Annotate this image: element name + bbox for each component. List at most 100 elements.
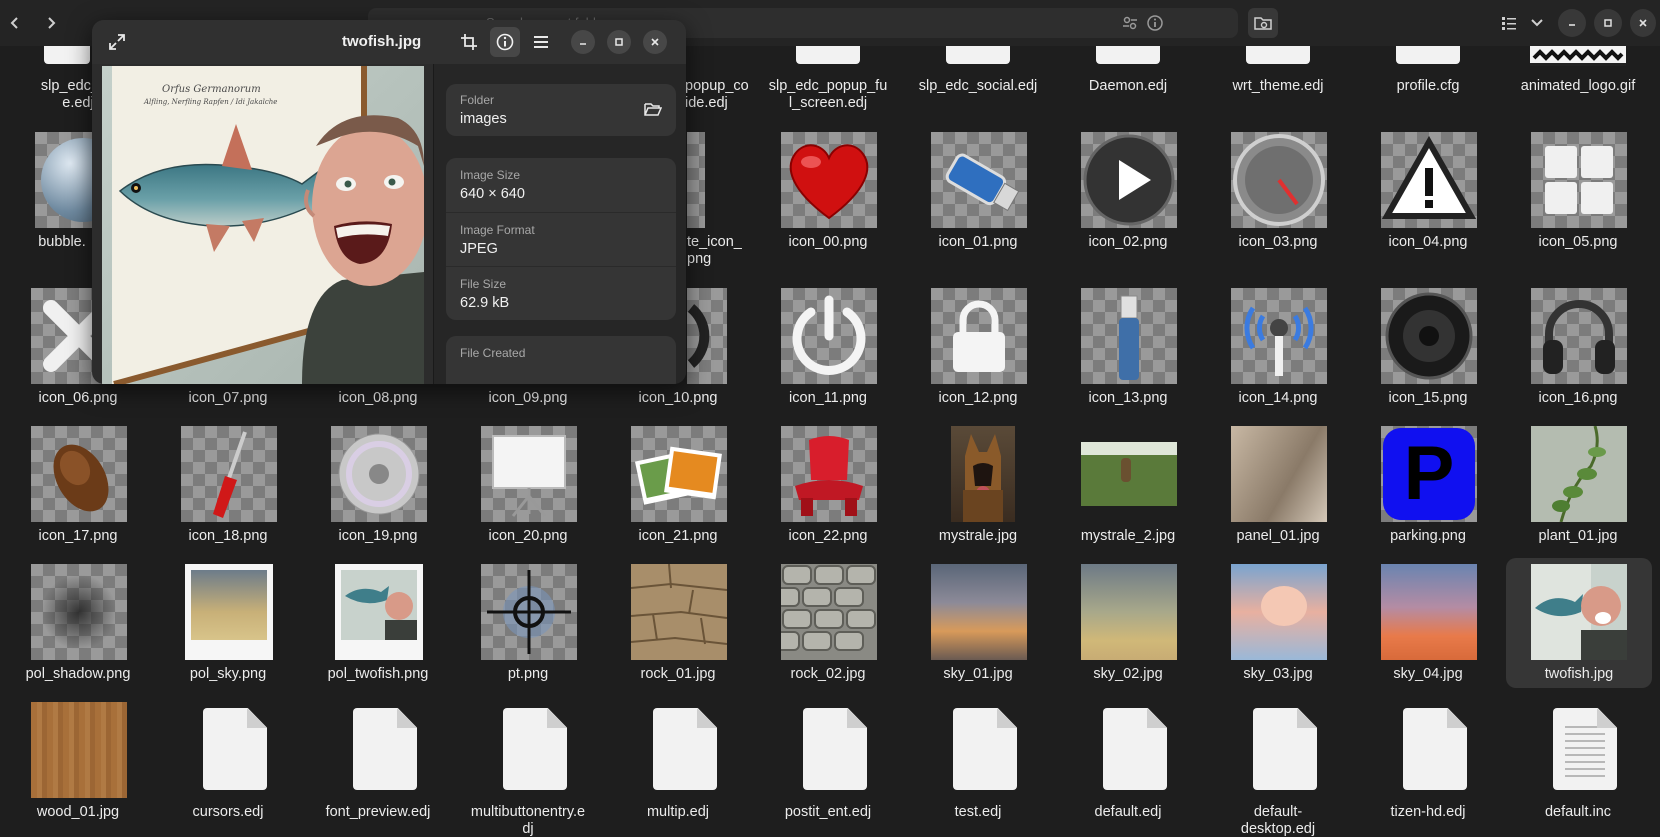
- file-item[interactable]: icon_05.png: [1504, 126, 1652, 272]
- rock-wall-thumbnail: [631, 564, 727, 660]
- file-item[interactable]: mystrale_2.jpg: [1054, 420, 1202, 550]
- filter-icon[interactable]: [1122, 15, 1138, 31]
- file-item[interactable]: pol_sky.png: [154, 558, 302, 688]
- file-item[interactable]: icon_19.png: [304, 420, 452, 550]
- folder-card[interactable]: Folder images: [446, 84, 676, 136]
- back-button[interactable]: [0, 8, 30, 38]
- forward-button[interactable]: [36, 8, 66, 38]
- file-item[interactable]: panel_01.jpg: [1204, 420, 1352, 550]
- file-item[interactable]: Daemon.edj: [1054, 40, 1202, 116]
- file-item[interactable]: icon_15.png: [1354, 282, 1502, 412]
- fullscreen-button[interactable]: [102, 27, 132, 57]
- properties-button[interactable]: [490, 27, 520, 57]
- file-item[interactable]: icon_14.png: [1204, 282, 1352, 412]
- hamburger-menu-icon: [534, 36, 548, 48]
- file-label: icon_04.png: [1388, 234, 1468, 250]
- file-item[interactable]: icon_04.png: [1354, 126, 1502, 272]
- file-label: sky_04.jpg: [1393, 666, 1463, 682]
- file-item[interactable]: postit_ent.edj: [754, 696, 902, 837]
- file-item[interactable]: test.edj: [904, 696, 1052, 837]
- minimize-button[interactable]: [1558, 9, 1586, 37]
- info-icon[interactable]: [1146, 14, 1164, 32]
- file-created-key: File Created: [460, 346, 526, 360]
- viewer-close-button[interactable]: [643, 30, 667, 54]
- file-label: multibuttonentry.e dj: [470, 804, 586, 837]
- file-item[interactable]: font_preview.edj: [304, 696, 452, 837]
- wood-thumbnail: [31, 702, 127, 798]
- maximize-button[interactable]: [1594, 9, 1622, 37]
- viewer-minimize-button[interactable]: [571, 30, 595, 54]
- main-menu-button[interactable]: [526, 27, 556, 57]
- folder-search-icon: [1254, 17, 1272, 30]
- file-item[interactable]: icon_17.png: [4, 420, 152, 550]
- image-viewer-window: twofish.jpg Orfus Germanorum Alfling, Ne…: [92, 20, 686, 384]
- file-label: profile.cfg: [1396, 78, 1460, 94]
- file-item[interactable]: pol_twofish.png: [304, 558, 452, 688]
- close-button[interactable]: [1630, 9, 1656, 37]
- warning-icon: [1381, 132, 1477, 228]
- file-item[interactable]: icon_01.png: [904, 126, 1052, 272]
- image-details-card: Image Size 640 × 640 Image Format JPEG F…: [446, 158, 676, 320]
- file-label: wrt_theme.edj: [1232, 78, 1324, 94]
- file-item[interactable]: icon_16.png: [1504, 282, 1652, 412]
- file-item[interactable]: rock_02.jpg: [754, 558, 902, 688]
- file-item[interactable]: mystrale.jpg: [904, 420, 1052, 550]
- file-item[interactable]: default- desktop.edj: [1204, 696, 1352, 837]
- cobblestone-thumbnail: [781, 564, 877, 660]
- image-canvas[interactable]: Orfus Germanorum Alfling, Nerfling Rapfe…: [102, 66, 424, 384]
- file-item[interactable]: tizen-hd.edj: [1354, 696, 1502, 837]
- grid-icon: [1531, 132, 1627, 228]
- view-mode-button[interactable]: [1494, 8, 1524, 38]
- file-item[interactable]: wood_01.jpg: [4, 696, 152, 837]
- file-item[interactable]: pol_shadow.png: [4, 558, 152, 688]
- file-item[interactable]: multibuttonentry.e dj: [454, 696, 602, 837]
- file-item[interactable]: sky_01.jpg: [904, 558, 1052, 688]
- file-item[interactable]: icon_18.png: [154, 420, 302, 550]
- file-created-row: File Created: [446, 336, 676, 384]
- text-document-icon: [1553, 708, 1617, 790]
- crop-button[interactable]: [454, 27, 484, 57]
- file-item[interactable]: icon_20.png: [454, 420, 602, 550]
- open-folder-icon[interactable]: [644, 101, 662, 117]
- file-item[interactable]: default.inc: [1504, 696, 1652, 837]
- maximize-icon: [615, 38, 623, 46]
- file-item[interactable]: icon_11.png: [754, 282, 902, 412]
- file-item[interactable]: icon_13.png: [1054, 282, 1202, 412]
- file-item-selected[interactable]: twofish.jpg: [1506, 558, 1652, 688]
- file-item[interactable]: icon_22.png: [754, 420, 902, 550]
- file-label: default.inc: [1544, 804, 1612, 820]
- cd-icon: [331, 426, 427, 522]
- file-item[interactable]: icon_02.png: [1054, 126, 1202, 272]
- file-item[interactable]: P parking.png: [1354, 420, 1502, 550]
- play-icon: [1081, 132, 1177, 228]
- document-icon: [1253, 708, 1317, 790]
- file-item[interactable]: sky_02.jpg: [1054, 558, 1202, 688]
- file-item[interactable]: sky_03.jpg: [1204, 558, 1352, 688]
- file-item[interactable]: icon_12.png: [904, 282, 1052, 412]
- file-item[interactable]: wrt_theme.edj: [1204, 40, 1352, 116]
- viewer-maximize-button[interactable]: [607, 30, 631, 54]
- file-item[interactable]: rock_01.jpg: [604, 558, 752, 688]
- folder-value: images: [460, 111, 507, 127]
- file-item[interactable]: plant_01.jpg: [1504, 420, 1652, 550]
- file-item[interactable]: animated_logo.gif: [1504, 40, 1652, 116]
- document-icon: [353, 708, 417, 790]
- file-item[interactable]: multip.edj: [604, 696, 752, 837]
- file-item[interactable]: icon_00.png: [754, 126, 902, 272]
- view-options-button[interactable]: [1522, 8, 1552, 38]
- painting-caption-title: Orfus Germanorum: [162, 84, 261, 95]
- dog-field-photo-thumbnail: [1081, 442, 1177, 506]
- file-item[interactable]: slp_edc_social.edj: [904, 40, 1052, 116]
- file-item[interactable]: slp_edc_popup_fu l_screen.edj: [754, 40, 902, 116]
- file-item[interactable]: profile.cfg: [1354, 40, 1502, 116]
- polaroid-twofish-thumbnail: [335, 564, 423, 660]
- file-label: mystrale.jpg: [938, 528, 1018, 544]
- file-item[interactable]: default.edj: [1054, 696, 1202, 837]
- file-item[interactable]: icon_21.png: [604, 420, 752, 550]
- file-item[interactable]: sky_04.jpg: [1354, 558, 1502, 688]
- file-item[interactable]: icon_03.png: [1204, 126, 1352, 272]
- search-folder-button[interactable]: [1248, 8, 1278, 38]
- file-item[interactable]: pt.png: [454, 558, 602, 688]
- file-item[interactable]: cursors.edj: [154, 696, 302, 837]
- twofish-thumbnail: [1531, 564, 1627, 660]
